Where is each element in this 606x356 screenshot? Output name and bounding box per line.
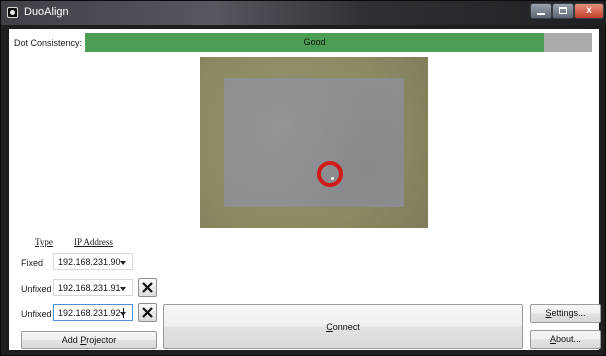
app-icon — [7, 7, 18, 18]
settings-label-suffix: ettings... — [551, 308, 586, 318]
window-title: DuoAlign — [24, 6, 69, 18]
chevron-down-icon — [120, 312, 126, 316]
chevron-down-icon — [120, 287, 126, 291]
camera-preview — [200, 57, 428, 228]
ip-address-select-2[interactable]: 192.168.231.91 — [53, 279, 133, 296]
ip-address-value-3: 192.168.231.92 — [58, 308, 121, 318]
ip-address-select-3[interactable]: 192.168.231.92 — [53, 304, 133, 321]
close-icon — [142, 282, 153, 293]
add-projector-button[interactable]: Add Projector — [21, 331, 157, 349]
projector-type-2: Unfixed — [21, 284, 52, 294]
connect-label-suffix: onnect — [332, 322, 360, 332]
target-dot-icon — [331, 177, 334, 180]
maximize-button[interactable] — [552, 3, 574, 19]
projector-type-1: Fixed — [21, 258, 44, 268]
ip-address-value-2: 192.168.231.91 — [58, 283, 121, 293]
dot-consistency-label: Dot Consistency: — [14, 38, 83, 48]
ip-address-select-1[interactable]: 192.168.231.90 — [53, 253, 133, 270]
add-projector-label-suffix: rojector — [86, 335, 117, 345]
dot-consistency-status: Good — [303, 37, 326, 47]
minimize-button[interactable] — [530, 3, 552, 19]
type-column-header[interactable]: Type — [35, 237, 53, 247]
add-projector-label-prefix: Add — [61, 335, 81, 345]
settings-button[interactable]: Settings... — [530, 304, 601, 323]
dot-consistency-bar: Good — [85, 33, 592, 52]
preview-projection-area — [224, 78, 404, 207]
connect-button[interactable]: Connect — [163, 304, 523, 349]
remove-projector-3-button[interactable] — [138, 303, 157, 322]
chevron-down-icon — [120, 261, 126, 265]
close-icon — [142, 307, 153, 318]
close-button[interactable]: x — [574, 3, 604, 19]
ip-address-column-header[interactable]: IP Address — [74, 237, 113, 247]
about-button[interactable]: About... — [530, 330, 601, 349]
target-ring-icon — [317, 161, 343, 187]
remove-projector-2-button[interactable] — [138, 278, 157, 297]
projector-type-3: Unfixed — [21, 309, 52, 319]
close-icon: x — [586, 5, 592, 16]
ip-address-value-1: 192.168.231.90 — [58, 257, 121, 267]
app-window: DuoAlign x Dot Consistency: Good Type IP… — [0, 0, 606, 356]
about-label-suffix: bout... — [555, 334, 582, 344]
title-bar[interactable]: DuoAlign x — [1, 1, 606, 25]
